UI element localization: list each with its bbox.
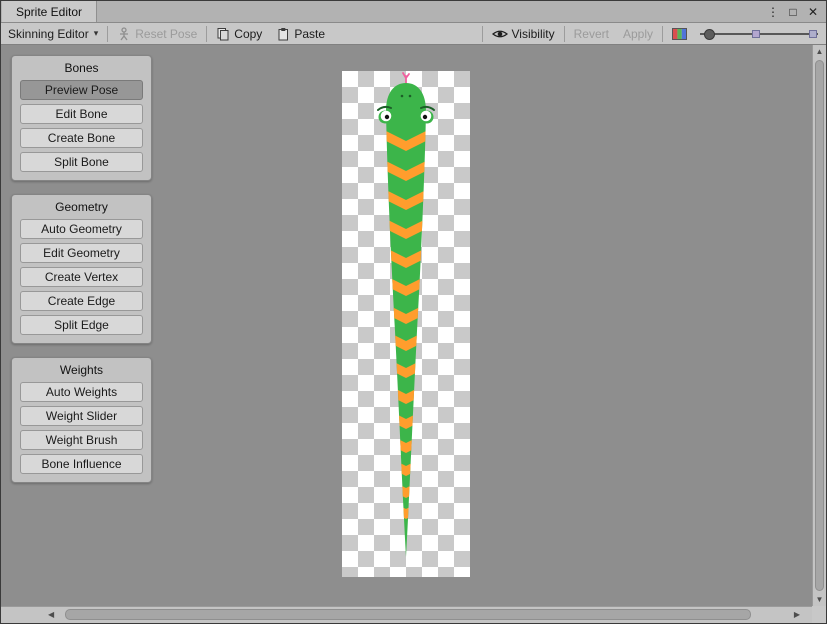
skinning-editor-dropdown[interactable]: Skinning Editor ▾ <box>1 23 105 44</box>
reset-pose-label: Reset Pose <box>135 27 197 41</box>
split-edge-button[interactable]: Split Edge <box>20 315 143 335</box>
eye-icon <box>492 28 508 40</box>
scrollbar-corner <box>812 606 826 623</box>
window-menu-icon[interactable]: ⋮ <box>766 5 780 19</box>
sprite-editor-window: Sprite Editor ⋮ □ ✕ Skinning Editor ▾ Re… <box>0 0 827 624</box>
toolbar-separator <box>564 26 565 42</box>
vertical-scrollbar[interactable]: ▲ ▼ <box>812 45 826 606</box>
chevron-down-icon: ▾ <box>94 28 99 39</box>
bone-influence-button[interactable]: Bone Influence <box>20 454 143 474</box>
bones-panel-title: Bones <box>20 59 143 80</box>
scroll-up-icon[interactable]: ▲ <box>813 47 826 56</box>
auto-geometry-button[interactable]: Auto Geometry <box>20 219 143 239</box>
snake-nostril-left <box>401 95 404 98</box>
preview-pose-button[interactable]: Preview Pose <box>20 80 143 100</box>
split-bone-button[interactable]: Split Bone <box>20 152 143 172</box>
toolbar-left-group: Skinning Editor ▾ Reset Pose Copy <box>1 23 332 44</box>
horizontal-scrollbar[interactable]: ◀ ▶ <box>1 606 812 623</box>
titlebar: Sprite Editor ⋮ □ ✕ <box>1 1 826 23</box>
geometry-panel: Geometry Auto Geometry Edit Geometry Cre… <box>11 194 152 344</box>
paste-label: Paste <box>294 27 325 41</box>
toolbar-separator <box>482 26 483 42</box>
toolbar-separator <box>206 26 207 42</box>
slider-marker[interactable] <box>752 30 760 38</box>
toolbar-right-group: Visibility Revert Apply <box>480 23 823 44</box>
rgb-preview-toggle[interactable] <box>665 23 694 44</box>
close-icon[interactable]: ✕ <box>806 5 820 19</box>
sprite-workarea[interactable]: Bones Preview Pose Edit Bone Create Bone… <box>1 45 812 606</box>
copy-icon <box>216 27 230 41</box>
scroll-down-icon[interactable]: ▼ <box>813 595 826 604</box>
slider-handle[interactable] <box>704 29 715 40</box>
copy-button[interactable]: Copy <box>209 23 269 44</box>
create-vertex-button[interactable]: Create Vertex <box>20 267 143 287</box>
tab-title: Sprite Editor <box>16 5 82 19</box>
weight-brush-button[interactable]: Weight Brush <box>20 430 143 450</box>
sprite-canvas[interactable] <box>342 71 470 577</box>
toolbar-separator <box>662 26 663 42</box>
edit-geometry-button[interactable]: Edit Geometry <box>20 243 143 263</box>
snake-pupil-left <box>385 115 389 119</box>
create-edge-button[interactable]: Create Edge <box>20 291 143 311</box>
copy-label: Copy <box>234 27 262 41</box>
visibility-label: Visibility <box>512 27 555 41</box>
rgb-icon <box>672 28 687 40</box>
apply-button[interactable]: Apply <box>616 23 660 44</box>
snake-tongue <box>403 73 409 84</box>
scroll-right-icon[interactable]: ▶ <box>794 610 800 619</box>
revert-label: Revert <box>574 27 609 41</box>
tab-sprite-editor[interactable]: Sprite Editor <box>2 1 97 22</box>
geometry-panel-title: Geometry <box>20 198 143 219</box>
edit-bone-button[interactable]: Edit Bone <box>20 104 143 124</box>
weights-panel: Weights Auto Weights Weight Slider Weigh… <box>11 357 152 483</box>
vertical-scrollbar-thumb[interactable] <box>815 60 824 591</box>
snake-sprite <box>342 71 470 577</box>
reset-pose-button[interactable]: Reset Pose <box>110 23 204 44</box>
auto-weights-button[interactable]: Auto Weights <box>20 382 143 402</box>
preview-opacity-slider[interactable] <box>700 26 818 42</box>
skinning-editor-label: Skinning Editor <box>8 27 89 41</box>
revert-button[interactable]: Revert <box>567 23 616 44</box>
slider-marker[interactable] <box>809 30 817 38</box>
maximize-icon[interactable]: □ <box>786 5 800 19</box>
create-bone-button[interactable]: Create Bone <box>20 128 143 148</box>
apply-label: Apply <box>623 27 653 41</box>
visibility-button[interactable]: Visibility <box>485 23 562 44</box>
weights-panel-title: Weights <box>20 361 143 382</box>
toolbar: Skinning Editor ▾ Reset Pose Copy <box>1 23 826 45</box>
snake-nostril-right <box>409 95 412 98</box>
snake-pupil-right <box>423 115 427 119</box>
toolbar-separator <box>107 26 108 42</box>
reset-pose-icon <box>117 27 131 41</box>
scroll-left-icon[interactable]: ◀ <box>48 610 54 619</box>
weight-slider-button[interactable]: Weight Slider <box>20 406 143 426</box>
bones-panel: Bones Preview Pose Edit Bone Create Bone… <box>11 55 152 181</box>
paste-button[interactable]: Paste <box>269 23 332 44</box>
horizontal-scrollbar-thumb[interactable] <box>65 609 751 620</box>
paste-icon <box>276 27 290 41</box>
window-controls: ⋮ □ ✕ <box>766 1 826 22</box>
